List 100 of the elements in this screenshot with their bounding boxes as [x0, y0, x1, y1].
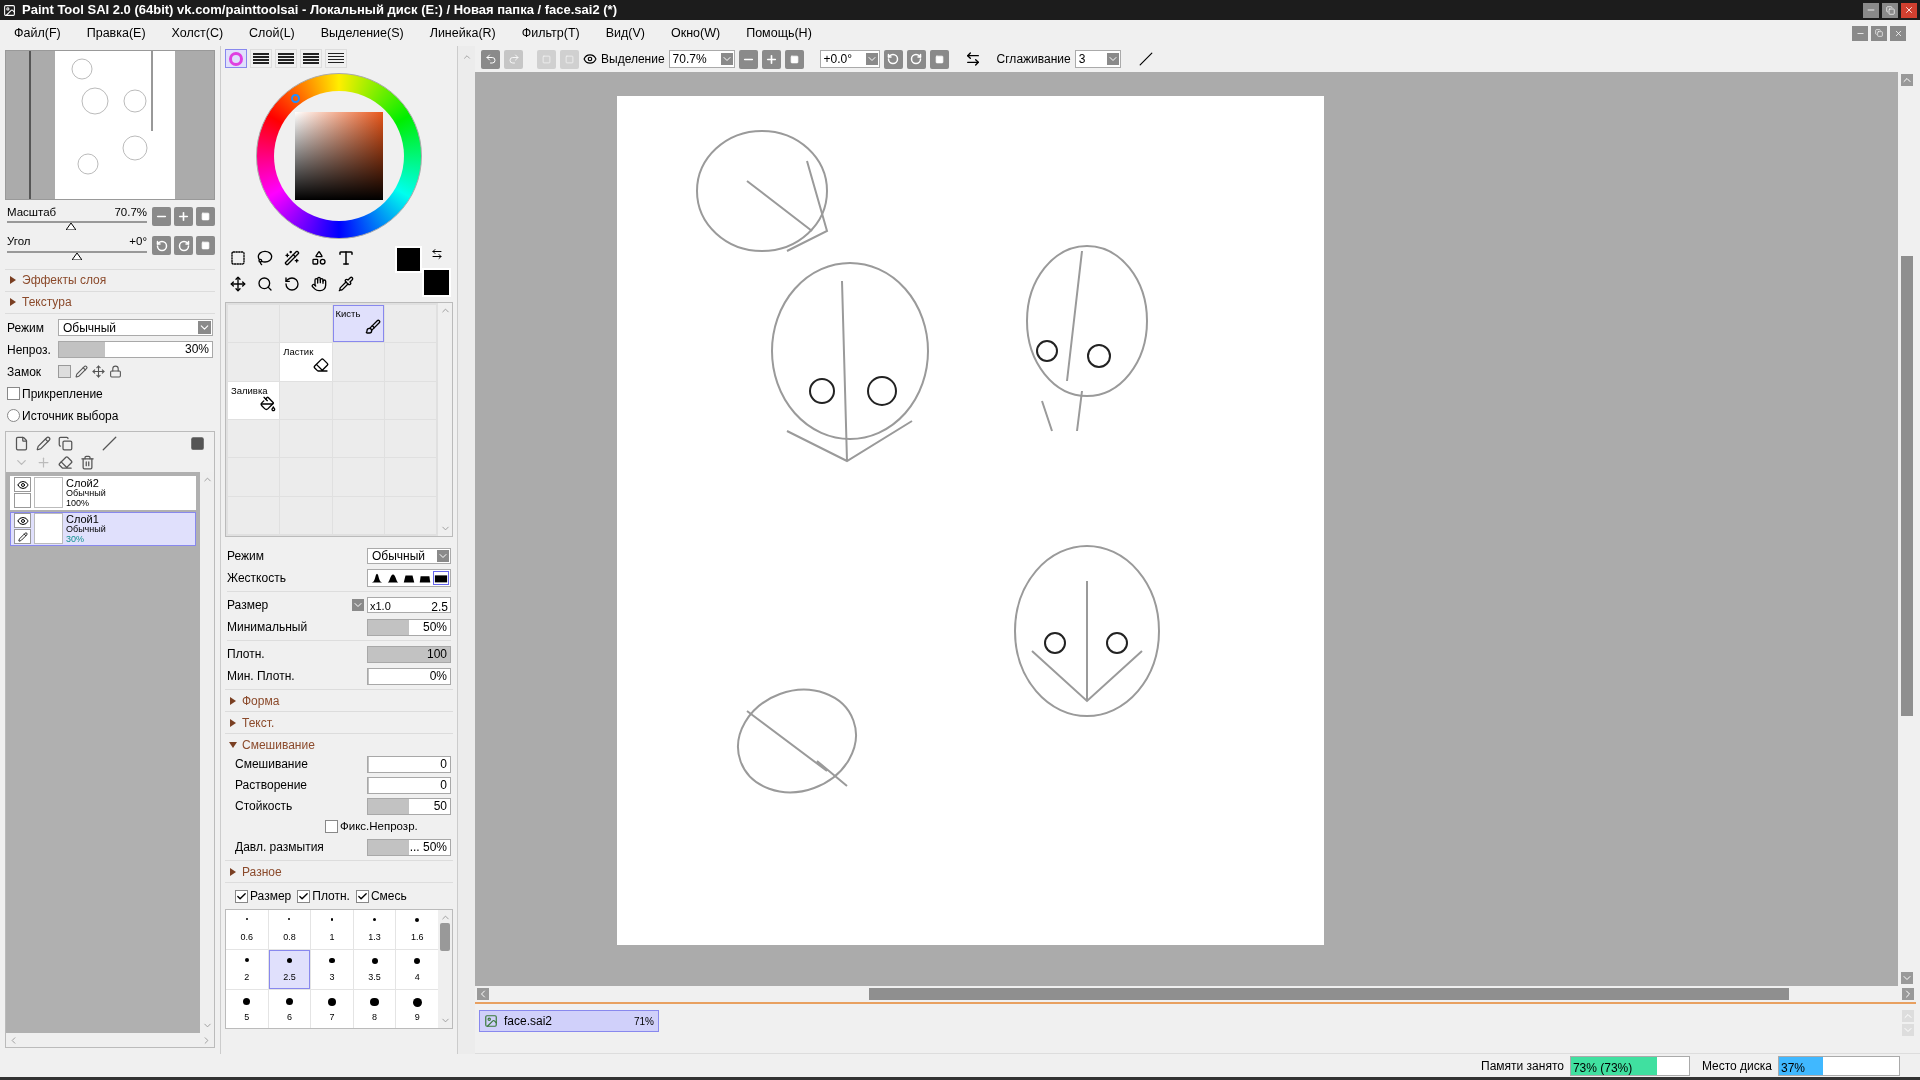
menu-item[interactable]: Правка(E): [86, 23, 146, 43]
magic-wand-icon[interactable]: [283, 250, 300, 266]
value-slider[interactable]: 50%: [367, 618, 451, 636]
layer-row[interactable]: Слой1 Обычный 30%: [10, 511, 196, 546]
size-field[interactable]: x1.0 2.5: [367, 597, 451, 613]
lasso-icon[interactable]: [256, 250, 273, 266]
rotate-right-button[interactable]: [906, 49, 926, 69]
size-preset[interactable]: 2.5: [268, 949, 311, 989]
scrollbar[interactable]: [475, 986, 1916, 1002]
foreground-color-swatch[interactable]: [395, 246, 422, 273]
size-preset[interactable]: 8: [353, 989, 396, 1029]
section-header[interactable]: Текст.: [225, 711, 453, 733]
size-preset[interactable]: 1.3: [353, 910, 396, 949]
menu-item[interactable]: Холст(C): [171, 23, 224, 43]
section-header[interactable]: Эффекты слоя: [5, 268, 215, 291]
checkbox[interactable]: [7, 387, 20, 400]
eyedropper-icon[interactable]: [337, 276, 354, 292]
menu-item[interactable]: Линейка(R): [429, 23, 496, 43]
size-preset[interactable]: 7: [311, 989, 353, 1029]
flip-icon[interactable]: [964, 51, 981, 67]
zoom-in-button[interactable]: [174, 207, 193, 227]
eye-icon[interactable]: [583, 52, 597, 66]
navigator-slider[interactable]: [7, 250, 147, 259]
color-square[interactable]: [295, 112, 383, 200]
line-tool-icon[interactable]: [1138, 52, 1153, 66]
restore-button[interactable]: [1871, 25, 1887, 41]
navigator-slider[interactable]: [7, 221, 147, 230]
zoom-out-button[interactable]: [152, 207, 171, 227]
zoom-in-button[interactable]: [761, 49, 781, 69]
rect-select-icon[interactable]: [229, 250, 246, 266]
reset-button[interactable]: [929, 49, 949, 69]
size-preset[interactable]: 1: [311, 910, 353, 949]
undo-button[interactable]: [481, 49, 500, 69]
reset-button[interactable]: [196, 207, 215, 227]
document-tab[interactable]: face.sai2 71%: [479, 1010, 659, 1032]
background-color-swatch[interactable]: [422, 268, 451, 297]
scroll-down-icon[interactable]: [1901, 972, 1913, 984]
minimize-button[interactable]: [1863, 2, 1879, 18]
lock-draw-icon[interactable]: [75, 365, 88, 378]
move-icon[interactable]: [229, 276, 246, 292]
slider-thumb[interactable]: [72, 252, 82, 260]
scroll-thumb[interactable]: [440, 923, 450, 952]
brush-slot[interactable]: Ластик: [280, 343, 332, 381]
text-tool-icon[interactable]: [336, 249, 355, 267]
new-layer-icon[interactable]: [14, 435, 29, 451]
size-preset[interactable]: 3: [311, 949, 353, 989]
size-preset[interactable]: 6: [268, 989, 311, 1029]
edit-toggle[interactable]: [14, 529, 31, 544]
size-preset[interactable]: 2: [226, 949, 268, 989]
clear-icon[interactable]: [58, 454, 73, 470]
checkbox[interactable]: [325, 820, 338, 834]
maximize-button[interactable]: [1882, 2, 1898, 18]
rotate-icon[interactable]: [283, 276, 300, 292]
rotate-right-button[interactable]: [174, 236, 193, 256]
menu-item[interactable]: Вид(V): [605, 23, 645, 43]
lock-icon[interactable]: [109, 365, 122, 378]
size-preset[interactable]: 0.6: [226, 910, 268, 949]
checkbox[interactable]: [235, 889, 248, 903]
value-slider[interactable]: 0: [367, 776, 451, 794]
scrollbar[interactable]: [1898, 72, 1916, 986]
smoothing-dropdown[interactable]: 3: [1074, 50, 1121, 68]
menu-item[interactable]: Фильтр(T): [521, 23, 580, 43]
section-header[interactable]: Текстура: [5, 290, 215, 313]
hand-icon[interactable]: [310, 276, 327, 292]
section-header[interactable]: Разное: [225, 860, 453, 883]
angle-dropdown[interactable]: +0.0°: [819, 50, 880, 68]
value-slider[interactable]: 30%: [58, 341, 213, 358]
scroll-right-icon[interactable]: [1902, 988, 1914, 1000]
menu-item[interactable]: Выделение(S): [320, 23, 404, 43]
size-preset[interactable]: 4: [396, 949, 438, 989]
size-preset[interactable]: 9: [396, 989, 438, 1029]
scroll-up-icon[interactable]: [1901, 74, 1913, 86]
visibility-toggle[interactable]: [14, 477, 31, 492]
size-preset[interactable]: 5: [226, 989, 268, 1029]
slider-thumb[interactable]: [66, 223, 77, 231]
menu-item[interactable]: Слой(L): [249, 23, 295, 43]
selection-label[interactable]: Выделение: [601, 50, 665, 68]
rotate-left-button[interactable]: [883, 49, 903, 69]
scroll-thumb[interactable]: [1901, 256, 1913, 716]
reset-button[interactable]: [196, 236, 215, 256]
mode-dropdown[interactable]: Обычный: [367, 548, 451, 564]
new-pen-layer-icon[interactable]: [36, 435, 51, 451]
rotate-left-button[interactable]: [152, 236, 171, 256]
size-preset[interactable]: 0.8: [268, 910, 311, 949]
visibility-toggle[interactable]: [14, 513, 31, 528]
mask-icon[interactable]: [190, 435, 205, 451]
scrollbar[interactable]: [438, 910, 452, 1029]
reset-button[interactable]: [784, 49, 804, 69]
menu-item[interactable]: Помощь(H): [746, 23, 812, 43]
checkbox[interactable]: [355, 889, 369, 903]
lock-move-icon[interactable]: [92, 365, 105, 378]
swap-colors-icon[interactable]: [431, 248, 443, 260]
brush-slot[interactable]: Кисть: [332, 305, 384, 343]
brush-slot[interactable]: Заливка: [228, 381, 280, 419]
layer-row[interactable]: Слой2 Обычный 100%: [10, 475, 196, 510]
scroll-thumb[interactable]: [869, 988, 1789, 1000]
radio-button[interactable]: [7, 409, 20, 422]
size-preset[interactable]: 3.5: [353, 949, 396, 989]
zoom-icon[interactable]: [256, 276, 273, 292]
section-header[interactable]: Форма: [225, 689, 453, 711]
